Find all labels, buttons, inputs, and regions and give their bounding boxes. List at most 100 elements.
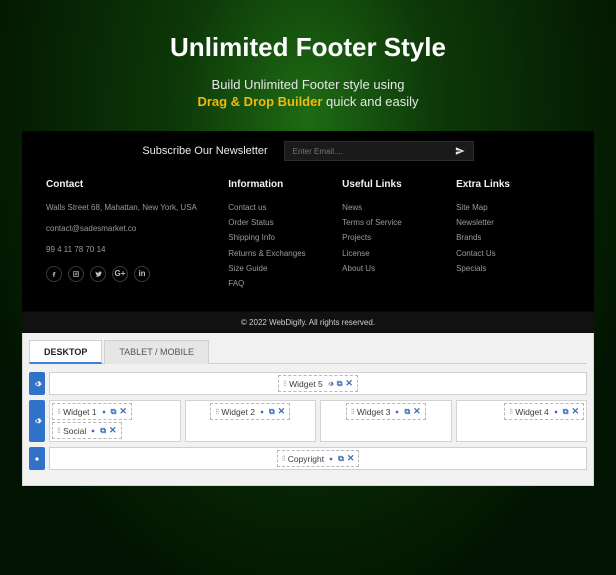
col-extra-title: Extra Links: [456, 179, 570, 190]
close-icon[interactable]: ✕: [109, 425, 117, 436]
contact-email: contact@sadesmarket.co: [46, 221, 228, 236]
gear-icon[interactable]: [100, 408, 108, 416]
row-3-drop-area[interactable]: ⁝⁝ Copyright ⧉ ✕: [49, 447, 587, 470]
drag-handle-icon[interactable]: ⁝⁝: [509, 407, 512, 416]
widget-social[interactable]: ⁝⁝ Social ⧉ ✕: [52, 422, 122, 439]
contact-phone: 99 4 11 78 70 14: [46, 242, 228, 257]
twitter-icon[interactable]: [90, 266, 106, 282]
duplicate-icon[interactable]: ⧉: [269, 407, 275, 417]
info-link[interactable]: Returns & Exchanges: [228, 246, 342, 261]
widget-5[interactable]: ⁝⁝ Widget 5 ⧉ ✕: [278, 375, 358, 392]
row-2-col-4[interactable]: ⁝⁝ Widget 4 ⧉ ✕: [456, 400, 588, 442]
tab-desktop[interactable]: DESKTOP: [29, 340, 102, 364]
drag-handle-icon[interactable]: ⁝⁝: [283, 379, 286, 388]
useful-link[interactable]: Projects: [342, 230, 456, 245]
info-link[interactable]: Contact us: [228, 200, 342, 215]
drag-handle-icon[interactable]: ⁝⁝: [351, 407, 354, 416]
widget-label: Widget 2: [221, 407, 255, 417]
info-link[interactable]: Shipping Info: [228, 230, 342, 245]
duplicate-icon[interactable]: ⧉: [111, 407, 117, 417]
extra-link[interactable]: Site Map: [456, 200, 570, 215]
row-2-col-2[interactable]: ⁝⁝ Widget 2 ⧉ ✕: [185, 400, 317, 442]
linkedin-icon[interactable]: in: [134, 266, 150, 282]
gear-icon[interactable]: [327, 455, 335, 463]
close-icon[interactable]: ✕: [278, 406, 286, 417]
extra-link[interactable]: Brands: [456, 230, 570, 245]
widget-label: Widget 1: [63, 407, 97, 417]
widget-label: Widget 4: [515, 407, 549, 417]
gear-icon[interactable]: [393, 408, 401, 416]
close-icon[interactable]: ✕: [571, 406, 579, 417]
col-useful: Useful Links News Terms of Service Proje…: [342, 179, 456, 291]
close-icon[interactable]: ✕: [413, 406, 421, 417]
widget-label: Widget 3: [357, 407, 391, 417]
extra-link[interactable]: Newsletter: [456, 215, 570, 230]
row-2-col-1[interactable]: ⁝⁝ Widget 1 ⧉ ✕ ⁝⁝ Social ⧉ ✕: [49, 400, 181, 442]
close-icon[interactable]: ✕: [347, 453, 355, 464]
col-useful-title: Useful Links: [342, 179, 456, 190]
page-subtitle-2: Drag & Drop Builder quick and easily: [0, 94, 616, 109]
col-extra: Extra Links Site Map Newsletter Brands C…: [456, 179, 570, 291]
row-2-col-3[interactable]: ⁝⁝ Widget 3 ⧉ ✕: [320, 400, 452, 442]
builder-row-2: ⁝⁝ Widget 1 ⧉ ✕ ⁝⁝ Social ⧉ ✕ ⁝⁝ Widge: [29, 400, 587, 442]
col-info-title: Information: [228, 179, 342, 190]
duplicate-icon[interactable]: ⧉: [404, 407, 410, 417]
builder-tabs: DESKTOP TABLET / MOBILE: [29, 339, 587, 364]
widget-3[interactable]: ⁝⁝ Widget 3 ⧉ ✕: [346, 403, 426, 420]
drag-handle-icon[interactable]: ⁝⁝: [282, 454, 285, 463]
newsletter-bar: Subscribe Our Newsletter: [22, 131, 594, 173]
widget-2[interactable]: ⁝⁝ Widget 2 ⧉ ✕: [210, 403, 290, 420]
gear-icon[interactable]: [552, 408, 560, 416]
subtitle-tail: quick and easily: [322, 94, 418, 109]
row-settings-button[interactable]: [29, 372, 45, 395]
widget-label: Widget 5: [289, 379, 323, 389]
accent-text: Drag & Drop Builder: [197, 94, 322, 109]
duplicate-icon[interactable]: ⧉: [100, 426, 106, 436]
useful-link[interactable]: Terms of Service: [342, 215, 456, 230]
page-title: Unlimited Footer Style: [0, 0, 616, 63]
newsletter-input-wrap: [284, 141, 474, 161]
tab-tablet-mobile[interactable]: TABLET / MOBILE: [104, 340, 209, 364]
newsletter-label: Subscribe Our Newsletter: [142, 145, 267, 157]
close-icon[interactable]: ✕: [345, 378, 353, 389]
widget-copyright[interactable]: ⁝⁝ Copyright ⧉ ✕: [277, 450, 360, 467]
duplicate-icon[interactable]: ⧉: [338, 454, 344, 464]
instagram-icon[interactable]: [68, 266, 84, 282]
social-icons: G+ in: [46, 266, 228, 282]
copyright-bar: © 2022 WebDigify. All rights reserved.: [22, 311, 594, 333]
widget-label: Social: [63, 426, 86, 436]
duplicate-icon[interactable]: ⧉: [337, 379, 343, 389]
drag-handle-icon[interactable]: ⁝⁝: [57, 407, 60, 416]
drag-handle-icon[interactable]: ⁝⁝: [57, 426, 60, 435]
row-settings-button[interactable]: [29, 447, 45, 470]
gear-icon[interactable]: [258, 408, 266, 416]
useful-link[interactable]: License: [342, 246, 456, 261]
duplicate-icon[interactable]: ⧉: [563, 407, 569, 417]
info-link[interactable]: Order Status: [228, 215, 342, 230]
facebook-icon[interactable]: [46, 266, 62, 282]
row-settings-button[interactable]: [29, 400, 45, 442]
send-icon[interactable]: [455, 146, 465, 156]
useful-link[interactable]: About Us: [342, 261, 456, 276]
useful-link[interactable]: News: [342, 200, 456, 215]
google-plus-icon[interactable]: G+: [112, 266, 128, 282]
close-icon[interactable]: ✕: [119, 406, 127, 417]
extra-link[interactable]: Contact Us: [456, 246, 570, 261]
col-contact: Contact Walls Street 68, Mahattan, New Y…: [46, 179, 228, 291]
col-information: Information Contact us Order Status Ship…: [228, 179, 342, 291]
info-link[interactable]: FAQ: [228, 276, 342, 291]
gear-icon[interactable]: [326, 380, 334, 388]
newsletter-input[interactable]: [285, 147, 455, 156]
info-link[interactable]: Size Guide: [228, 261, 342, 276]
gear-icon[interactable]: [89, 427, 97, 435]
builder-row-1: ⁝⁝ Widget 5 ⧉ ✕: [29, 372, 587, 395]
contact-address: Walls Street 68, Mahattan, New York, USA: [46, 200, 228, 215]
builder-row-3: ⁝⁝ Copyright ⧉ ✕: [29, 447, 587, 470]
widget-4[interactable]: ⁝⁝ Widget 4 ⧉ ✕: [504, 403, 584, 420]
extra-link[interactable]: Specials: [456, 261, 570, 276]
page-subtitle-1: Build Unlimited Footer style using: [0, 77, 616, 92]
widget-1[interactable]: ⁝⁝ Widget 1 ⧉ ✕: [52, 403, 132, 420]
drag-handle-icon[interactable]: ⁝⁝: [215, 407, 218, 416]
row-1-drop-area[interactable]: ⁝⁝ Widget 5 ⧉ ✕: [49, 372, 587, 395]
builder-panel: DESKTOP TABLET / MOBILE ⁝⁝ Widget 5 ⧉ ✕ …: [22, 333, 594, 486]
